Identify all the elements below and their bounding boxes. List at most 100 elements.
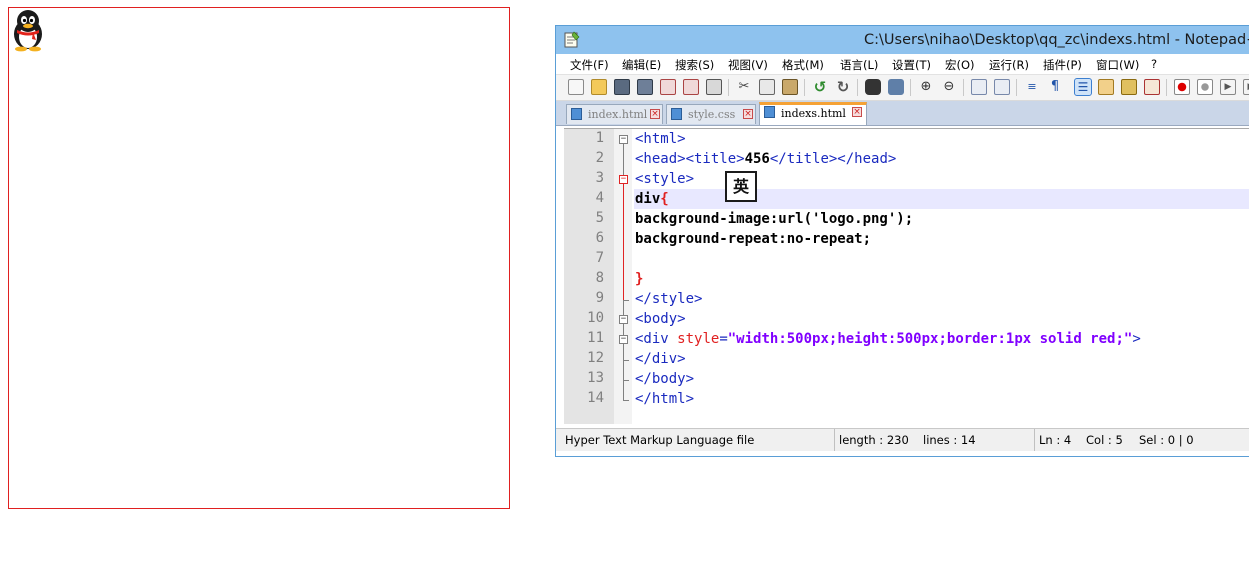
tab-strip: index.html × style.css × indexs.html ×	[556, 101, 1249, 126]
replace-icon[interactable]	[888, 79, 904, 95]
notepad-icon	[564, 31, 580, 48]
fold-end-marker	[623, 300, 629, 301]
cut-icon[interactable]: ✂	[736, 79, 752, 95]
menu-format[interactable]: 格式(M)	[782, 57, 824, 73]
menu-file[interactable]: 文件(F)	[570, 57, 609, 73]
equals-sign: =	[719, 331, 728, 347]
undo-icon[interactable]: ↺	[812, 79, 828, 95]
menu-view[interactable]: 视图(V)	[728, 57, 768, 73]
find-icon[interactable]	[865, 79, 881, 95]
copy-icon[interactable]	[759, 79, 775, 95]
save-icon[interactable]	[614, 79, 630, 95]
record-macro-icon[interactable]	[1174, 79, 1190, 95]
code-line-13: </body>	[635, 369, 694, 389]
html-tag: <head><title>	[635, 151, 745, 167]
fold-guide	[623, 184, 624, 300]
code-editor[interactable]: 1 2 3 4 5 6 7 8 9 10 11 12 13 14 − − − −…	[564, 128, 1249, 424]
toolbar-separator	[857, 79, 858, 96]
fold-toggle-icon[interactable]: −	[619, 175, 628, 184]
menu-edit[interactable]: 编辑(E)	[622, 57, 661, 73]
status-file-type: Hyper Text Markup Language file	[565, 433, 755, 447]
function-list-icon[interactable]	[1144, 79, 1160, 95]
line-number: 2	[595, 150, 604, 166]
fold-end-marker	[623, 400, 629, 401]
show-all-chars-icon[interactable]: ¶	[1047, 79, 1063, 95]
close-file-icon[interactable]	[660, 79, 676, 95]
paste-icon[interactable]	[782, 79, 798, 95]
zoom-out-icon[interactable]: ⊖	[941, 79, 957, 95]
window-title: C:\Users\nihao\Desktop\qq_zc\indexs.html…	[864, 32, 1249, 48]
save-all-icon[interactable]	[637, 79, 653, 95]
html-tag: </title></head>	[769, 151, 897, 167]
saved-file-icon	[571, 108, 582, 120]
html-tag: <div	[635, 331, 678, 347]
line-number: 11	[587, 330, 604, 346]
html-tag: >	[1132, 331, 1141, 347]
zoom-in-icon[interactable]: ⊕	[918, 79, 934, 95]
menu-macro[interactable]: 宏(O)	[945, 57, 975, 73]
new-file-icon[interactable]	[568, 79, 584, 95]
menu-settings[interactable]: 设置(T)	[892, 57, 931, 73]
saved-file-icon	[671, 108, 682, 120]
status-length: length : 230	[839, 433, 909, 447]
play-multiple-icon[interactable]: ▶	[1243, 79, 1249, 95]
menu-run[interactable]: 运行(R)	[989, 57, 1029, 73]
word-wrap-icon[interactable]: ≡	[1024, 79, 1040, 95]
close-icon[interactable]: ×	[650, 109, 660, 119]
code-line-10: <body>	[635, 309, 686, 329]
title-bar[interactable]: C:\Users\nihao\Desktop\qq_zc\indexs.html…	[556, 26, 1249, 54]
redo-icon[interactable]: ↻	[835, 79, 851, 95]
fold-toggle-icon[interactable]: −	[619, 335, 628, 344]
sync-horizontal-icon[interactable]	[994, 79, 1010, 95]
code-line-9: </style>	[635, 289, 702, 309]
tab-indexs-html[interactable]: indexs.html ×	[759, 102, 867, 125]
title-text: 456	[744, 151, 770, 167]
line-number: 7	[595, 250, 604, 266]
status-lines: lines : 14	[923, 433, 976, 447]
code-line-1: <html>	[635, 129, 686, 149]
indent-guide-icon[interactable]: ☰	[1074, 78, 1092, 96]
line-number: 9	[595, 290, 604, 306]
close-icon[interactable]: ×	[852, 107, 862, 117]
fold-toggle-icon[interactable]: −	[619, 135, 628, 144]
tab-label: index.html	[588, 108, 648, 121]
line-number: 10	[587, 310, 604, 326]
code-line-5: background-image:url('logo.png');	[635, 209, 913, 229]
ime-mode-indicator: 英	[725, 171, 757, 202]
line-number: 3	[595, 170, 604, 186]
doc-map-icon[interactable]	[1121, 79, 1137, 95]
toolbar-separator	[804, 79, 805, 96]
fold-end-marker	[623, 360, 629, 361]
attribute-value: "width:500px;height:500px;border:1px sol…	[727, 331, 1133, 347]
fold-toggle-icon[interactable]: −	[619, 315, 628, 324]
menu-window[interactable]: 窗口(W)	[1096, 57, 1139, 73]
menu-plugins[interactable]: 插件(P)	[1043, 57, 1082, 73]
menu-bar: 文件(F) 编辑(E) 搜索(S) 视图(V) 格式(M) 语言(L) 设置(T…	[556, 54, 1249, 74]
html-tag: </body>	[635, 371, 695, 387]
html-tag: <html>	[635, 131, 686, 147]
status-line: Ln : 4	[1039, 433, 1072, 447]
code-line-4: div{	[635, 189, 669, 209]
close-icon[interactable]: ×	[743, 109, 753, 119]
udl-icon[interactable]	[1098, 79, 1114, 95]
menu-search[interactable]: 搜索(S)	[675, 57, 714, 73]
open-file-icon[interactable]	[591, 79, 607, 95]
html-tag: </div>	[635, 351, 686, 367]
tab-index-html[interactable]: index.html ×	[566, 104, 663, 124]
preview-div-box	[8, 7, 510, 509]
html-tag: <body>	[635, 311, 686, 327]
line-number: 5	[595, 210, 604, 226]
play-macro-icon[interactable]: ▶	[1220, 79, 1236, 95]
stop-macro-icon[interactable]	[1197, 79, 1213, 95]
sync-vertical-icon[interactable]	[971, 79, 987, 95]
status-separator	[1034, 429, 1035, 451]
code-line-2: <head><title>456</title></head>	[635, 149, 896, 169]
html-attribute: style	[677, 331, 720, 347]
close-all-icon[interactable]	[683, 79, 699, 95]
toolbar: ✂ ↺ ↻ ⊕ ⊖ ≡ ¶ ☰ ▶ ▶	[556, 74, 1249, 101]
code-line-6: background-repeat:no-repeat;	[635, 229, 871, 249]
menu-language[interactable]: 语言(L)	[840, 57, 878, 73]
tab-style-css[interactable]: style.css ×	[666, 104, 756, 124]
print-icon[interactable]	[706, 79, 722, 95]
menu-help[interactable]: ?	[1151, 57, 1157, 71]
